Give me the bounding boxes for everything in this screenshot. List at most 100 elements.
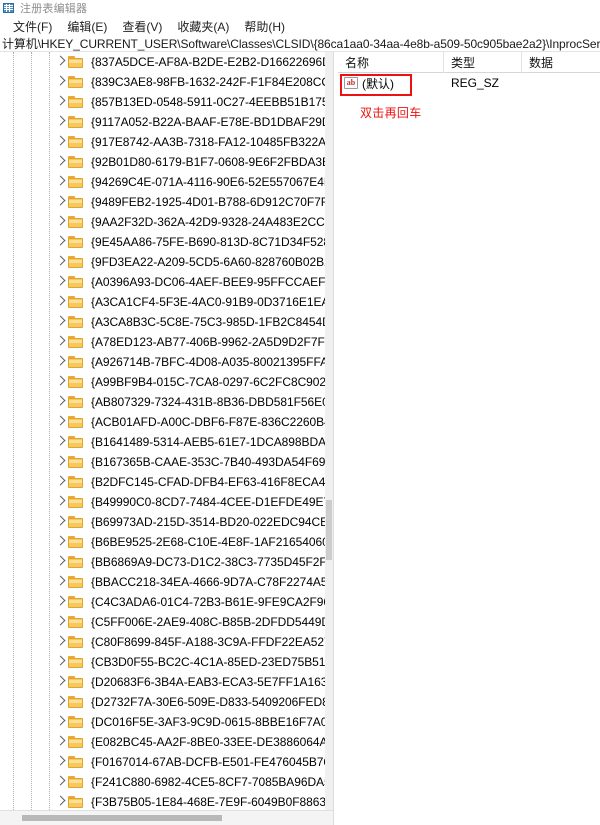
tree-item[interactable]: {D20683F6-3B4A-EAB3-ECA3-5E7FF1A1638B} [0,672,325,692]
folder-icon [68,55,84,69]
chevron-right-icon[interactable] [54,374,68,390]
tree-item[interactable]: {837A5DCE-AF8A-B2DE-E2B2-D16622696D8A} [0,52,325,72]
tree-item[interactable]: {9E45AA86-75FE-B690-813D-8C71D34F5284} [0,232,325,252]
chevron-right-icon[interactable] [54,554,68,570]
menu-edit[interactable]: 编辑(E) [60,17,115,36]
tree-item[interactable]: {857B13ED-0548-5911-0C27-4EEBB51B1750} [0,92,325,112]
tree-item[interactable]: {F241C880-6982-4CE5-8CF7-7085BA96DA5A} [0,772,325,792]
tree-item[interactable]: {A99BF9B4-015C-7CA8-0297-6C2FC8C902F7} [0,372,325,392]
tree-item[interactable]: {CB3D0F55-BC2C-4C1A-85ED-23ED75B5106B} [0,652,325,672]
tree-item[interactable]: {839C3AE8-98FB-1632-242F-F1F84E208CC7} [0,72,325,92]
chevron-right-icon[interactable] [54,314,68,330]
tree-item[interactable]: {ACB01AFD-A00C-DBF6-F87E-836C2260B494} [0,412,325,432]
tree-item[interactable]: {A926714B-7BFC-4D08-A035-80021395FFA8} [0,352,325,372]
chevron-right-icon[interactable] [54,114,68,130]
tree-item[interactable]: {B69973AD-215D-3514-BD20-022EDC94CE0B} [0,512,325,532]
chevron-right-icon[interactable] [54,534,68,550]
chevron-right-icon[interactable] [54,54,68,70]
tree-item-label: {E082BC45-AA2F-8BE0-33EE-DE3886064A53} [91,735,325,749]
value-row[interactable]: ab (默认) REG_SZ [338,73,600,93]
tree-item[interactable]: {D2732F7A-30E6-509E-D833-5409206FED8B} [0,692,325,712]
column-name[interactable]: 名称 [338,51,444,73]
tree-item[interactable]: {B1641489-5314-AEB5-61E7-1DCA898BDAF8} [0,432,325,452]
column-type[interactable]: 类型 [444,51,522,73]
chevron-right-icon[interactable] [54,654,68,670]
folder-icon [68,75,84,89]
tree-item[interactable]: {F0167014-67AB-DCFB-E501-FE476045B768} [0,752,325,772]
chevron-right-icon[interactable] [54,714,68,730]
chevron-right-icon[interactable] [54,794,68,810]
tree-item[interactable]: {C5FF006E-2AE9-408C-B85B-2DFDD5449D9C} [0,612,325,632]
chevron-right-icon[interactable] [54,134,68,150]
tree-item[interactable]: {AB807329-7324-431B-8B36-DBD581F56E0B} [0,392,325,412]
tree-item[interactable]: {B167365B-CAAE-353C-7B40-493DA54F698C} [0,452,325,472]
column-data[interactable]: 数据 [522,52,600,73]
chevron-right-icon[interactable] [54,674,68,690]
tree-item[interactable]: {9489FEB2-1925-4D01-B788-6D912C70F7F2} [0,192,325,212]
chevron-right-icon[interactable] [54,434,68,450]
tree-item[interactable]: {A3CA8B3C-5C8E-75C3-985D-1FB2C8454D93} [0,312,325,332]
tree-item[interactable]: {A3CA1CF4-5F3E-4AC0-91B9-0D3716E1EAC3} [0,292,325,312]
chevron-right-icon[interactable] [54,574,68,590]
tree-item[interactable]: {9FD3EA22-A209-5CD5-6A60-828760B02B20} [0,252,325,272]
menu-favorites[interactable]: 收藏夹(A) [170,17,237,36]
chevron-right-icon[interactable] [54,294,68,310]
tree-item[interactable]: {B2DFC145-CFAD-DFB4-EF63-416F8ECA4B66} [0,472,325,492]
chevron-right-icon[interactable] [54,774,68,790]
chevron-right-icon[interactable] [54,454,68,470]
tree-item[interactable]: {C4C3ADA6-01C4-72B3-B61E-9FE9CA2F9660} [0,592,325,612]
tree-horizontal-scrollbar[interactable] [0,810,333,825]
tree-item[interactable]: {C80F8699-845F-A188-3C9A-FFDF22EA527B} [0,632,325,652]
tree-item[interactable]: {9AA2F32D-362A-42D9-9328-24A483E2CCC3} [0,212,325,232]
chevron-right-icon[interactable] [54,154,68,170]
menu-help[interactable]: 帮助(H) [237,17,293,36]
tree-item-label: {AB807329-7324-431B-8B36-DBD581F56E0B} [91,395,325,409]
tree-item[interactable]: {92B01D80-6179-B1F7-0608-9E6F2FBDA3E5} [0,152,325,172]
chevron-right-icon[interactable] [54,594,68,610]
chevron-right-icon[interactable] [54,514,68,530]
tree-item[interactable]: {F3B75B05-1E84-468E-7E9F-6049B0F88635} [0,792,325,810]
chevron-right-icon[interactable] [54,174,68,190]
tree-scroll-area: {837A5DCE-AF8A-B2DE-E2B2-D16622696D8A} {8… [0,52,325,810]
tree-item-label: {A99BF9B4-015C-7CA8-0297-6C2FC8C902F7} [91,375,325,389]
chevron-right-icon[interactable] [54,334,68,350]
chevron-right-icon[interactable] [54,194,68,210]
tree-item[interactable]: {E082BC45-AA2F-8BE0-33EE-DE3886064A53} [0,732,325,752]
tree-item[interactable]: {BBACC218-34EA-4666-9D7A-C78F2274A524} [0,572,325,592]
tree-item[interactable]: {A0396A93-DC06-4AEF-BEE9-95FFCCAEF20E} [0,272,325,292]
tree-item[interactable]: {A78ED123-AB77-406B-9962-2A5D9D2F7F30} [0,332,325,352]
folder-icon [68,255,84,269]
address-bar[interactable]: 计算机\HKEY_CURRENT_USER\Software\Classes\C… [0,35,600,52]
tree-item-label: {A926714B-7BFC-4D08-A035-80021395FFA8} [91,355,325,369]
tree-item[interactable]: {94269C4E-071A-4116-90E6-52E557067E4E} [0,172,325,192]
chevron-right-icon[interactable] [54,214,68,230]
tree-item-label: {9FD3EA22-A209-5CD5-6A60-828760B02B20} [91,255,325,269]
folder-icon [68,95,84,109]
tree-scrollbar-thumb[interactable] [326,500,332,560]
tree-hscrollbar-thumb[interactable] [22,815,222,821]
tree-item[interactable]: {9117A052-B22A-BAAF-E78E-BD1DBAF29D6F} [0,112,325,132]
chevron-right-icon[interactable] [54,274,68,290]
chevron-right-icon[interactable] [54,474,68,490]
tree-item[interactable]: {BB6869A9-DC73-D1C2-38C3-7735D45F2FD5} [0,552,325,572]
tree-item[interactable]: {B49990C0-8CD7-7484-4CEE-D1EFDE49E727} [0,492,325,512]
tree-item[interactable]: {DC016F5E-3AF3-9C9D-0615-8BBE16F7A027} [0,712,325,732]
menu-file[interactable]: 文件(F) [6,17,60,36]
chevron-right-icon[interactable] [54,634,68,650]
chevron-right-icon[interactable] [54,754,68,770]
chevron-right-icon[interactable] [54,694,68,710]
chevron-right-icon[interactable] [54,234,68,250]
chevron-right-icon[interactable] [54,614,68,630]
chevron-right-icon[interactable] [54,74,68,90]
tree-vertical-scrollbar[interactable] [325,52,333,810]
chevron-right-icon[interactable] [54,494,68,510]
chevron-right-icon[interactable] [54,254,68,270]
chevron-right-icon[interactable] [54,734,68,750]
chevron-right-icon[interactable] [54,354,68,370]
tree-item[interactable]: {B6BE9525-2E68-C10E-4E8F-1AF216540604} [0,532,325,552]
chevron-right-icon[interactable] [54,394,68,410]
chevron-right-icon[interactable] [54,414,68,430]
chevron-right-icon[interactable] [54,94,68,110]
menu-view[interactable]: 查看(V) [115,17,170,36]
tree-item[interactable]: {917E8742-AA3B-7318-FA12-10485FB322A2} [0,132,325,152]
